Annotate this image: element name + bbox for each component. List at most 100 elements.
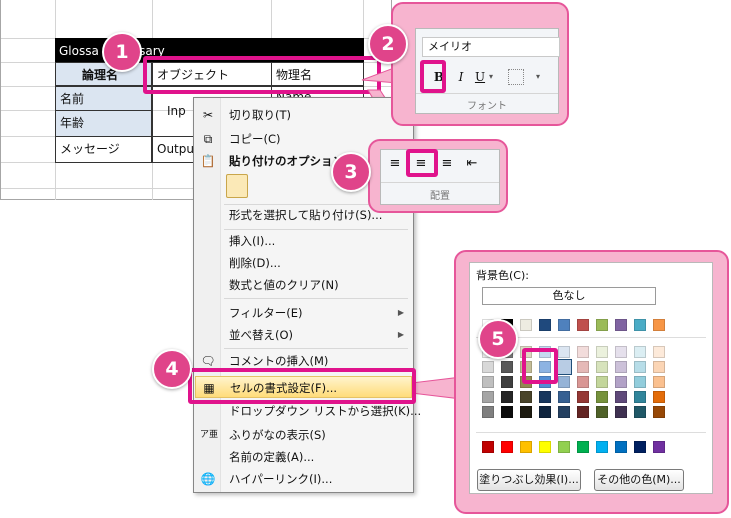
standard-color-swatch[interactable] bbox=[501, 441, 513, 453]
borders-icon[interactable] bbox=[508, 69, 524, 85]
color-swatch[interactable] bbox=[577, 391, 589, 403]
color-swatch[interactable] bbox=[596, 376, 608, 388]
color-swatch[interactable] bbox=[634, 391, 646, 403]
color-swatch[interactable] bbox=[615, 319, 627, 331]
highlight-align-center bbox=[406, 149, 438, 177]
color-swatch[interactable] bbox=[539, 391, 551, 403]
divider bbox=[381, 182, 499, 183]
color-swatch[interactable] bbox=[558, 376, 570, 388]
menu-separator bbox=[224, 348, 408, 349]
cell-age[interactable]: 年齢 bbox=[55, 110, 152, 137]
color-swatch[interactable] bbox=[539, 319, 551, 331]
menu-item-sort[interactable]: 並べ替え(O) ▶ bbox=[195, 324, 412, 346]
color-swatch[interactable] bbox=[596, 391, 608, 403]
chevron-down-icon[interactable]: ▾ bbox=[489, 70, 499, 84]
no-color-button[interactable]: 色なし bbox=[482, 287, 656, 305]
chevron-down-icon[interactable]: ▾ bbox=[536, 70, 546, 84]
menu-item-delete[interactable]: 削除(D)... bbox=[195, 252, 412, 274]
glossary-title-part1: Glossa bbox=[59, 44, 99, 58]
menu-item-filter[interactable]: フィルター(E) ▶ bbox=[195, 302, 412, 324]
color-swatch[interactable] bbox=[501, 361, 513, 373]
color-swatch[interactable] bbox=[501, 376, 513, 388]
color-swatch[interactable] bbox=[653, 346, 665, 358]
header-logical-name[interactable]: 論理名 bbox=[55, 62, 152, 86]
color-swatch[interactable] bbox=[653, 319, 665, 331]
underline-button[interactable]: U bbox=[472, 68, 488, 86]
decrease-indent-icon[interactable]: ⇤ bbox=[463, 156, 481, 172]
color-swatch[interactable] bbox=[596, 346, 608, 358]
hyperlink-globe-icon: 🌐 bbox=[200, 472, 216, 486]
menu-item-clear[interactable]: 数式と値のクリア(N) bbox=[195, 274, 412, 296]
color-swatch[interactable] bbox=[634, 319, 646, 331]
color-swatch[interactable] bbox=[558, 346, 570, 358]
color-swatch[interactable] bbox=[577, 376, 589, 388]
color-swatch[interactable] bbox=[634, 361, 646, 373]
standard-color-swatch[interactable] bbox=[596, 441, 608, 453]
color-swatch[interactable] bbox=[520, 391, 532, 403]
color-swatch[interactable] bbox=[577, 361, 589, 373]
font-name-box[interactable]: メイリオ bbox=[422, 37, 560, 57]
cell-name[interactable]: 名前 bbox=[55, 86, 152, 111]
color-swatch[interactable] bbox=[558, 391, 570, 403]
color-swatch[interactable] bbox=[596, 406, 608, 418]
color-swatch[interactable] bbox=[615, 406, 627, 418]
color-swatch[interactable] bbox=[482, 361, 494, 373]
standard-color-swatch[interactable] bbox=[520, 441, 532, 453]
color-swatch[interactable] bbox=[653, 376, 665, 388]
color-swatch[interactable] bbox=[615, 346, 627, 358]
standard-color-swatch[interactable] bbox=[482, 441, 494, 453]
menu-item-insert[interactable]: 挿入(I)... bbox=[195, 230, 412, 252]
paste-clipboard-icon[interactable] bbox=[226, 174, 248, 198]
highlight-selected-color bbox=[522, 348, 558, 384]
align-right-icon[interactable]: ≡ bbox=[438, 156, 456, 172]
submenu-arrow-icon: ▶ bbox=[397, 330, 404, 339]
color-swatch[interactable] bbox=[615, 361, 627, 373]
standard-color-swatch[interactable] bbox=[634, 441, 646, 453]
menu-item-hyperlink[interactable]: 🌐 ハイパーリンク(I)... bbox=[195, 468, 412, 490]
menu-item-cut[interactable]: ✂ 切り取り(T) bbox=[195, 104, 412, 126]
color-swatch[interactable] bbox=[653, 361, 665, 373]
standard-color-swatch[interactable] bbox=[653, 441, 665, 453]
color-swatch[interactable] bbox=[596, 319, 608, 331]
menu-item-define-name[interactable]: 名前の定義(A)... bbox=[195, 446, 412, 468]
more-colors-button[interactable]: その他の色(M)... bbox=[594, 469, 684, 491]
color-swatch[interactable] bbox=[501, 406, 513, 418]
color-swatch[interactable] bbox=[501, 391, 513, 403]
color-swatch[interactable] bbox=[577, 346, 589, 358]
align-left-icon[interactable]: ≡ bbox=[386, 156, 404, 172]
color-swatch[interactable] bbox=[577, 406, 589, 418]
color-swatch[interactable] bbox=[558, 406, 570, 418]
color-swatch[interactable] bbox=[615, 391, 627, 403]
color-swatch[interactable] bbox=[653, 406, 665, 418]
color-swatch[interactable] bbox=[634, 406, 646, 418]
fill-effects-button[interactable]: 塗りつぶし効果(I)... bbox=[477, 469, 581, 491]
color-swatch[interactable] bbox=[596, 361, 608, 373]
copy-icon: ⧉ bbox=[203, 132, 213, 146]
standard-color-swatch[interactable] bbox=[615, 441, 627, 453]
menu-separator bbox=[224, 298, 408, 299]
color-swatch[interactable] bbox=[558, 319, 570, 331]
standard-color-swatch[interactable] bbox=[539, 441, 551, 453]
cell-message[interactable]: メッセージ bbox=[55, 136, 152, 163]
menu-label-furigana: ふりがなの表示(S) bbox=[229, 428, 326, 442]
highlight-format-cells bbox=[188, 368, 416, 404]
step-badge-5: 5 bbox=[478, 319, 518, 359]
color-swatch[interactable] bbox=[482, 376, 494, 388]
selected-color-swatch[interactable] bbox=[556, 359, 572, 375]
color-swatch[interactable] bbox=[482, 406, 494, 418]
color-swatch[interactable] bbox=[539, 406, 551, 418]
color-swatch[interactable] bbox=[520, 406, 532, 418]
color-swatch[interactable] bbox=[653, 391, 665, 403]
color-swatch[interactable] bbox=[482, 391, 494, 403]
standard-color-swatch[interactable] bbox=[577, 441, 589, 453]
italic-button[interactable]: I bbox=[453, 68, 469, 86]
color-swatch[interactable] bbox=[634, 376, 646, 388]
color-swatch[interactable] bbox=[577, 319, 589, 331]
menu-item-furigana[interactable]: ア亜 ふりがなの表示(S) bbox=[195, 424, 412, 446]
color-swatch[interactable] bbox=[634, 346, 646, 358]
color-swatch[interactable] bbox=[615, 376, 627, 388]
color-swatch[interactable] bbox=[520, 319, 532, 331]
step-badge-1: 1 bbox=[102, 32, 142, 72]
standard-color-swatch[interactable] bbox=[558, 441, 570, 453]
menu-label-hyperlink: ハイパーリンク(I)... bbox=[229, 472, 333, 486]
